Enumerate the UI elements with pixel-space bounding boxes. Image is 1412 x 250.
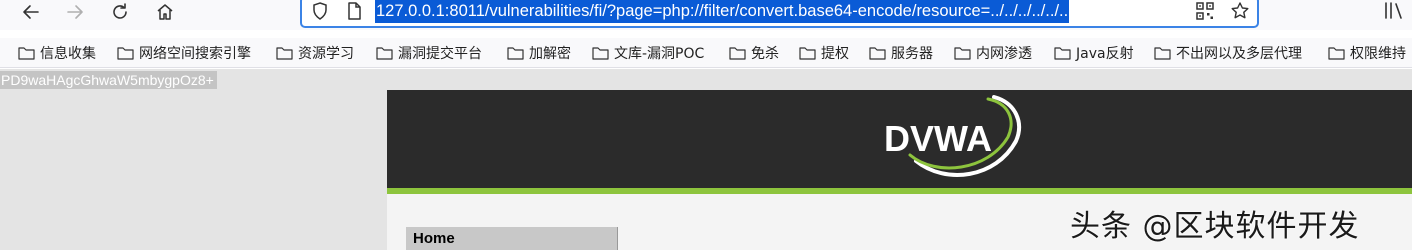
bookmark-star-icon[interactable]	[1230, 1, 1250, 21]
bookmark-folder[interactable]: 加解密	[507, 42, 571, 64]
page-info-icon[interactable]	[344, 1, 364, 21]
bookmark-folder[interactable]: 资源学习	[276, 42, 354, 64]
bookmark-label: 内网渗透	[976, 46, 1032, 62]
folder-icon	[1154, 47, 1171, 60]
qr-code-icon[interactable]	[1195, 1, 1215, 21]
back-arrow-icon	[23, 5, 39, 19]
bookmark-folder[interactable]: 服务器	[869, 42, 933, 64]
reload-icon	[113, 3, 127, 19]
forward-arrow-icon	[67, 5, 83, 19]
library-icon[interactable]	[1382, 0, 1406, 22]
home-button[interactable]	[150, 0, 180, 24]
folder-icon	[592, 47, 609, 60]
bookmark-folder[interactable]: 提权	[799, 42, 849, 64]
bookmark-folder[interactable]: 免杀	[729, 42, 779, 64]
bookmark-folder[interactable]: 网络空间搜索引擎	[117, 42, 251, 64]
bookmark-folder[interactable]: 权限维持	[1328, 42, 1406, 64]
bookmarks-bar: 信息收集 网络空间搜索引擎 资源学习 漏洞提交平台 加解密 文库-漏洞POC 免杀 提权 服务器…	[0, 38, 1412, 68]
bookmark-label: 信息收集	[40, 46, 96, 62]
bookmark-label: 文库-漏洞POC	[614, 46, 705, 62]
bookmark-label: 资源学习	[298, 46, 354, 62]
menu-item-home[interactable]: Home	[413, 230, 455, 247]
bookmark-folder[interactable]: 内网渗透	[954, 42, 1032, 64]
bookmark-label: 网络空间搜索引擎	[139, 46, 251, 62]
bookmark-label: 服务器	[891, 46, 933, 62]
bookmark-folder[interactable]: 不出网以及多层代理	[1154, 42, 1302, 64]
include-output-text: PD9waHAgcGhwaW5mbygpOz8+	[0, 71, 217, 89]
bookmark-label: 免杀	[751, 46, 779, 62]
folder-icon	[1054, 47, 1071, 60]
folder-icon	[276, 47, 293, 60]
folder-icon	[729, 47, 746, 60]
reload-button[interactable]	[105, 0, 135, 24]
folder-icon	[117, 47, 134, 60]
folder-icon	[799, 47, 816, 60]
bookmark-folder[interactable]: 信息收集	[18, 42, 96, 64]
bookmark-label: 漏洞提交平台	[398, 46, 482, 62]
home-icon	[157, 4, 173, 20]
bookmark-folder[interactable]: 漏洞提交平台	[376, 42, 482, 64]
dvwa-logo-text: DVWA	[884, 118, 992, 159]
back-button[interactable]	[16, 0, 46, 24]
watermark-text: 头条 @区块软件开发	[1070, 209, 1360, 244]
bookmark-folder[interactable]: 文库-漏洞POC	[592, 42, 704, 64]
folder-icon	[18, 47, 35, 60]
bookmark-label: Java反射	[1076, 46, 1134, 62]
bookmark-folder[interactable]: Java反射	[1054, 42, 1134, 64]
dvwa-menu: Home	[406, 227, 618, 250]
bookmark-label: 权限维持	[1350, 46, 1406, 62]
folder-icon	[954, 47, 971, 60]
dvwa-logo: DVWA	[884, 95, 1021, 177]
page-content: PD9waHAgcGhwaW5mbygpOz8+ DVWA Home 头条 @区…	[0, 69, 1412, 250]
bookmark-label: 提权	[821, 46, 849, 62]
shield-icon[interactable]	[310, 1, 330, 21]
folder-icon	[1328, 47, 1345, 60]
folder-icon	[376, 47, 393, 60]
bookmark-label: 加解密	[529, 46, 571, 62]
url-text[interactable]: 127.0.0.1:8011/vulnerabilities/fi/?page=…	[375, 0, 1070, 23]
bookmark-label: 不出网以及多层代理	[1176, 46, 1302, 62]
browser-toolbar: 127.0.0.1:8011/vulnerabilities/fi/?page=…	[0, 0, 1412, 30]
folder-icon	[869, 47, 886, 60]
folder-icon	[507, 47, 524, 60]
forward-button[interactable]	[60, 0, 90, 24]
